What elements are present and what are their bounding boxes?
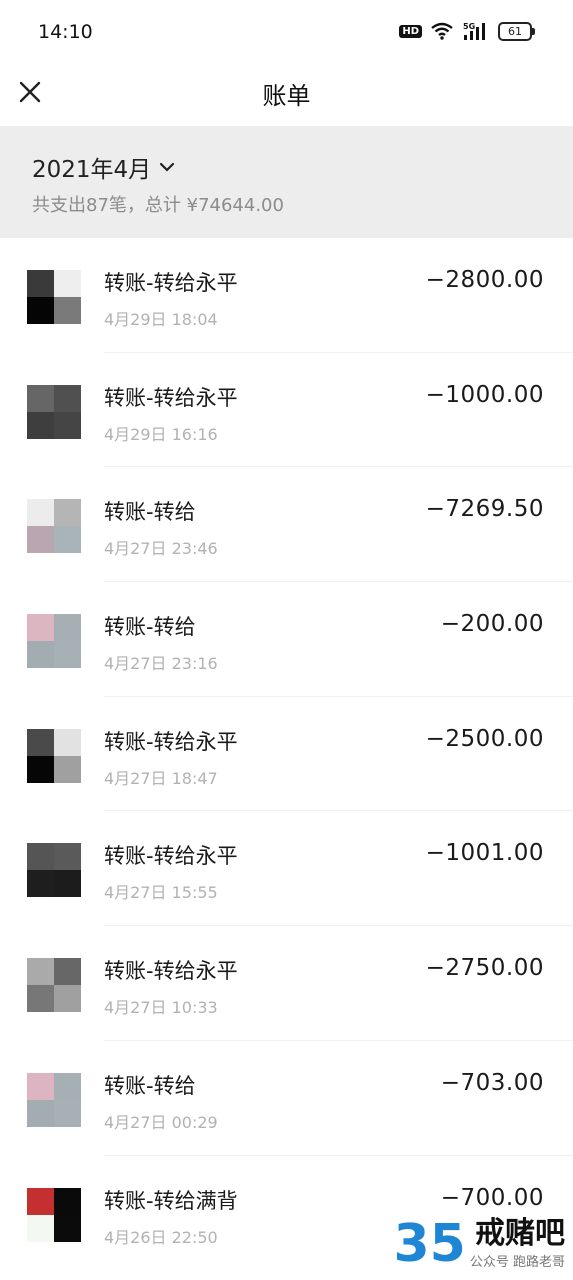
transaction-time: 4月26日 22:50 xyxy=(104,1227,218,1247)
transaction-row[interactable]: 转账-转给永平 4月27日 18:47 −2500.00 xyxy=(0,697,573,812)
signal-icon: 5G xyxy=(463,22,485,40)
avatar xyxy=(27,958,81,1013)
transaction-amount: −1001.00 xyxy=(425,840,544,867)
transaction-title: 转账-转给 xyxy=(104,500,196,525)
battery-level: 61 xyxy=(498,21,532,41)
month-summary: 2021年4月 共支出87笔，总计 ¥74644.00 xyxy=(0,126,573,238)
transaction-title: 转账-转给永平 xyxy=(104,385,238,410)
avatar xyxy=(27,614,81,669)
transaction-amount: −1000.00 xyxy=(425,381,544,408)
watermark: 35 戒赌吧 公众号 跑路老哥 xyxy=(393,1214,565,1274)
transaction-title: 转账-转给永平 xyxy=(104,844,238,869)
wifi-icon xyxy=(431,22,453,40)
avatar xyxy=(27,1187,81,1242)
transaction-title: 转账-转给 xyxy=(104,615,196,640)
transaction-row[interactable]: 转账-转给永平 4月27日 15:55 −1001.00 xyxy=(0,811,573,926)
transaction-amount: −703.00 xyxy=(440,1069,544,1096)
transaction-time: 4月27日 23:46 xyxy=(104,539,218,559)
transaction-time: 4月27日 23:16 xyxy=(104,654,218,674)
month-selector[interactable]: 2021年4月 xyxy=(32,150,175,184)
spending-summary: 共支出87笔，总计 ¥74644.00 xyxy=(32,195,284,216)
transaction-amount: −700.00 xyxy=(440,1184,544,1211)
status-icons: HD 5G 61 xyxy=(399,21,535,41)
transaction-time: 4月27日 00:29 xyxy=(104,1112,218,1132)
chevron-down-icon xyxy=(160,162,175,172)
network-label: 5G xyxy=(463,22,475,31)
avatar xyxy=(27,843,81,898)
transaction-list: 转账-转给永平 4月29日 18:04 −2800.00 转账-转给永平 4月2… xyxy=(0,238,573,1270)
transaction-title: 转账-转给永平 xyxy=(104,959,238,984)
transaction-title: 转账-转给 xyxy=(104,1073,196,1098)
watermark-brand: 戒赌吧 xyxy=(475,1216,565,1251)
avatar xyxy=(27,728,81,783)
transaction-amount: −2750.00 xyxy=(425,955,544,982)
avatar xyxy=(27,1072,81,1127)
avatar xyxy=(27,270,81,324)
avatar xyxy=(27,384,81,439)
transaction-row[interactable]: 转账-转给永平 4月27日 10:33 −2750.00 xyxy=(0,926,573,1041)
transaction-amount: −7269.50 xyxy=(425,496,544,523)
transaction-row[interactable]: 转账-转给 4月27日 00:29 −703.00 xyxy=(0,1041,573,1156)
status-bar: 14:10 HD 5G 61 xyxy=(0,0,573,64)
avatar xyxy=(27,499,81,554)
transaction-row[interactable]: 转账-转给 4月27日 23:46 −7269.50 xyxy=(0,467,573,582)
transaction-amount: −200.00 xyxy=(440,611,544,638)
transaction-title: 转账-转给永平 xyxy=(104,271,238,295)
transaction-time: 4月29日 18:04 xyxy=(104,310,218,329)
transaction-time: 4月27日 10:33 xyxy=(104,998,218,1018)
transaction-time: 4月27日 15:55 xyxy=(104,883,218,903)
transaction-row[interactable]: 转账-转给永平 4月29日 16:16 −1000.00 xyxy=(0,353,573,468)
month-label: 2021年4月 xyxy=(32,157,152,183)
page-title: 账单 xyxy=(262,82,311,110)
nav-bar: 账单 xyxy=(0,64,573,126)
transaction-time: 4月27日 18:47 xyxy=(104,768,218,788)
watermark-logo: 35 xyxy=(393,1214,466,1274)
transaction-title: 转账-转给满背 xyxy=(104,1188,238,1213)
transaction-title: 转账-转给永平 xyxy=(104,729,238,754)
transaction-row[interactable]: 转账-转给 4月27日 23:16 −200.00 xyxy=(0,582,573,697)
transaction-time: 4月29日 16:16 xyxy=(104,424,218,444)
status-time: 14:10 xyxy=(38,21,93,43)
transaction-row[interactable]: 转账-转给永平 4月29日 18:04 −2800.00 xyxy=(0,238,573,353)
transaction-amount: −2500.00 xyxy=(425,725,544,752)
watermark-subtitle: 公众号 跑路老哥 xyxy=(469,1255,565,1270)
battery-icon: 61 xyxy=(498,21,535,41)
transaction-amount: −2800.00 xyxy=(425,267,544,293)
hd-icon: HD xyxy=(399,24,422,38)
